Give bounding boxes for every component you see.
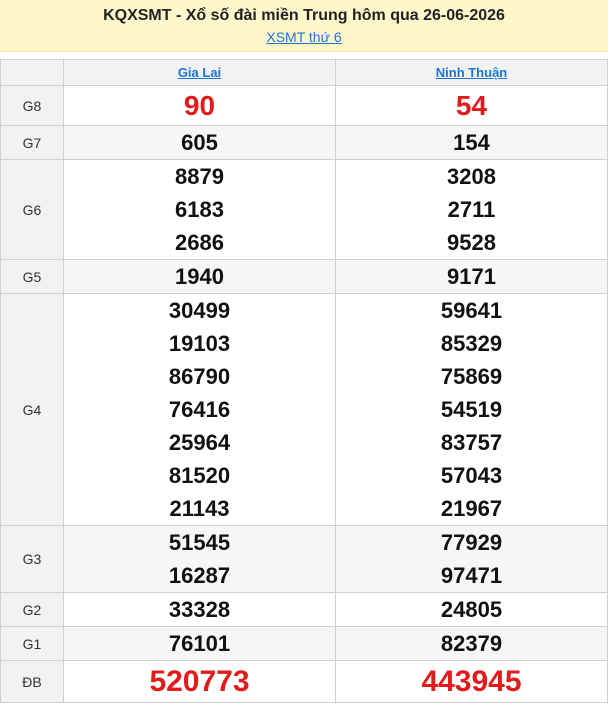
prize-value: 90	[63, 85, 336, 126]
prize-row-g1: G1 76101 82379	[0, 626, 608, 661]
prize-number: 6183	[175, 197, 224, 222]
prize-number: 8879	[175, 164, 224, 189]
prize-value: 51545 16287	[63, 525, 336, 593]
province-link-ninh-thuan[interactable]: Ninh Thuận	[335, 59, 608, 86]
prize-row-g7: G7 605 154	[0, 125, 608, 160]
prize-number: 1940	[175, 264, 224, 289]
prize-row-g3: G3 51545 16287 77929 97471	[0, 525, 608, 593]
prize-number: 86790	[168, 364, 231, 389]
prize-label: G8	[0, 85, 64, 126]
prize-value: 30499 19103 86790 76416 25964 81520 2114…	[63, 293, 336, 526]
prize-label: G7	[0, 125, 64, 160]
prize-number: 54519	[440, 397, 503, 422]
prize-number: 21143	[169, 496, 230, 521]
prize-number: 24805	[440, 597, 503, 622]
prize-number: 76416	[168, 397, 231, 422]
page-header: KQXSMT - Xổ số đài miền Trung hôm qua 26…	[0, 0, 608, 52]
prize-value: 33328	[63, 592, 336, 627]
special-prize-number: 520773	[149, 665, 250, 698]
prize-number: 97471	[440, 563, 503, 588]
page-title: KQXSMT - Xổ số đài miền Trung hôm qua 26…	[103, 7, 505, 24]
province-link-gia-lai[interactable]: Gia Lai	[63, 59, 336, 86]
prize-number: 9528	[447, 230, 496, 255]
prize-number: 90	[183, 90, 216, 121]
prize-number: 33328	[168, 597, 231, 622]
prize-value: 9171	[335, 259, 608, 294]
prize-number: 54	[455, 90, 488, 121]
prize-number: 82379	[440, 631, 503, 656]
prize-number: 2686	[175, 230, 224, 255]
prize-value: 605	[63, 125, 336, 160]
prize-number: 57043	[440, 463, 503, 488]
prize-number: 154	[453, 130, 490, 155]
prize-label: G2	[0, 592, 64, 627]
prize-number: 16287	[168, 563, 231, 588]
prize-value: 3208 2711 9528	[335, 159, 608, 260]
prize-number: 30499	[168, 298, 231, 323]
prize-value: 154	[335, 125, 608, 160]
prize-value: 8879 6183 2686	[63, 159, 336, 260]
prize-value: 54	[335, 85, 608, 126]
prize-number: 59641	[440, 298, 503, 323]
prize-number: 85329	[440, 331, 503, 356]
corner-cell	[0, 59, 64, 86]
prize-number: 81520	[168, 463, 231, 488]
prize-label: G4	[0, 293, 64, 526]
results-table: Gia Lai Ninh Thuận G8 90 54 G7 605 154 G…	[0, 59, 608, 703]
prize-label: G6	[0, 159, 64, 260]
prize-label: G1	[0, 626, 64, 661]
prize-row-g4: G4 30499 19103 86790 76416 25964 81520 2…	[0, 293, 608, 526]
prize-row-g2: G2 33328 24805	[0, 592, 608, 627]
prize-label: ĐB	[0, 660, 64, 703]
special-prize-number: 443945	[421, 665, 522, 698]
prize-value: 59641 85329 75869 54519 83757 57043 2196…	[335, 293, 608, 526]
prize-number: 77929	[440, 530, 503, 555]
prize-value: 82379	[335, 626, 608, 661]
prize-label: G3	[0, 525, 64, 593]
prize-number: 3208	[447, 164, 496, 189]
prize-number: 76101	[168, 631, 231, 656]
prize-number: 2711	[447, 197, 496, 222]
prize-value: 1940	[63, 259, 336, 294]
prize-value: 76101	[63, 626, 336, 661]
xsmt-weekday-link[interactable]: XSMT thứ 6	[0, 29, 608, 45]
prize-value: 77929 97471	[335, 525, 608, 593]
province-header-row: Gia Lai Ninh Thuận	[0, 59, 608, 86]
prize-row-g8: G8 90 54	[0, 85, 608, 126]
prize-row-special: ĐB 520773 443945	[0, 660, 608, 703]
prize-label: G5	[0, 259, 64, 294]
prize-value: 24805	[335, 592, 608, 627]
prize-row-g6: G6 8879 6183 2686 3208 2711 9528	[0, 159, 608, 260]
special-prize-value: 520773	[63, 660, 336, 703]
prize-number: 83757	[440, 430, 503, 455]
prize-number: 9171	[447, 264, 496, 289]
prize-number: 25964	[168, 430, 231, 455]
prize-number: 19103	[168, 331, 231, 356]
prize-number: 75869	[440, 364, 503, 389]
prize-row-g5: G5 1940 9171	[0, 259, 608, 294]
special-prize-value: 443945	[335, 660, 608, 703]
prize-number: 21967	[440, 496, 503, 521]
prize-number: 51545	[168, 530, 231, 555]
prize-number: 605	[181, 130, 218, 155]
